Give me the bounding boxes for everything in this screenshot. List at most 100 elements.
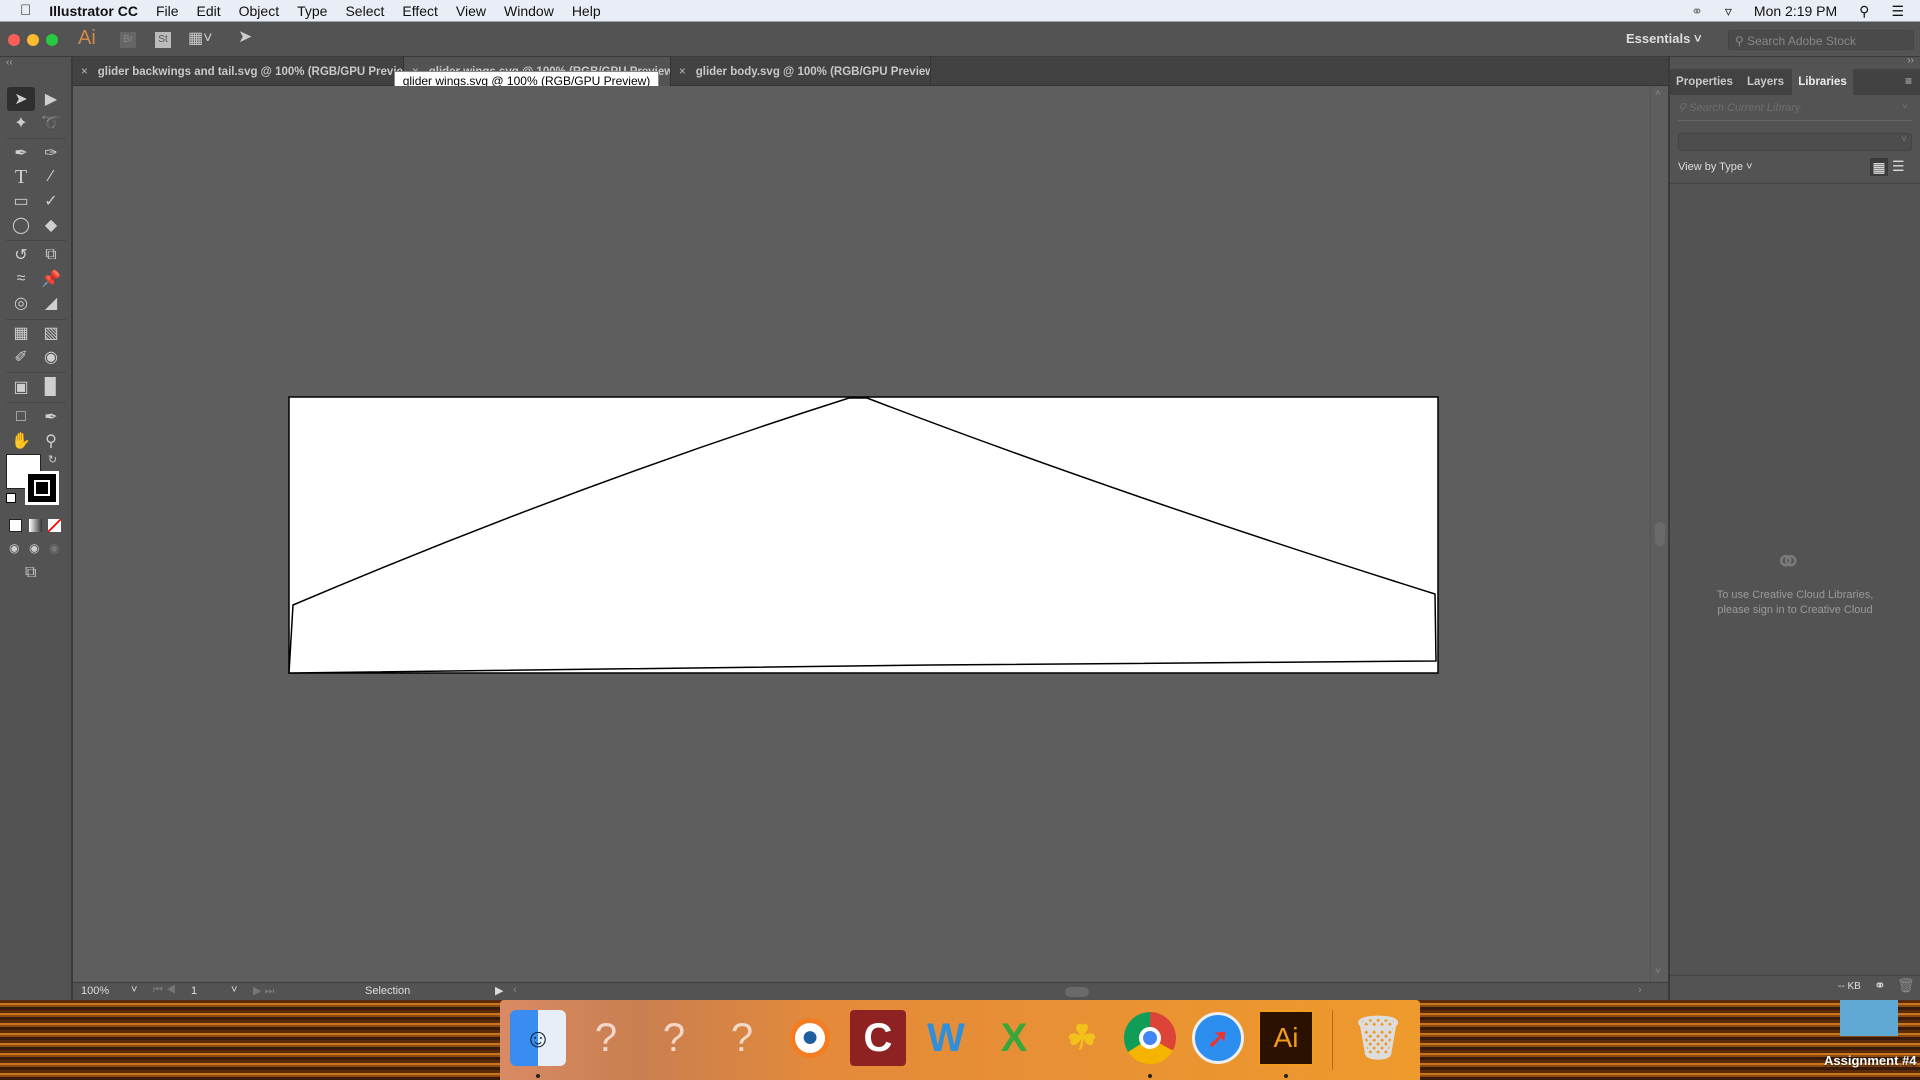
scroll-thumb[interactable] (1655, 522, 1665, 546)
library-search-input[interactable]: ⚲ Search Current Library ˅ (1678, 101, 1912, 121)
bridge-button[interactable]: Br (120, 32, 136, 48)
none-mode-button[interactable] (48, 519, 61, 532)
collapse-panel-icon[interactable]: ›› (1907, 55, 1914, 66)
panel-menu-icon[interactable]: ≡ (1905, 74, 1912, 88)
menu-file[interactable]: File (147, 3, 188, 19)
menu-edit[interactable]: Edit (188, 3, 230, 19)
artboard-number[interactable]: 1 (191, 985, 197, 997)
scroll-up-icon[interactable]: ˄ (1655, 88, 1661, 99)
view-by-type-dropdown[interactable]: View by Type ˅ (1678, 161, 1753, 173)
clock[interactable]: Mon 2:19 PM (1754, 3, 1837, 19)
canvas[interactable] (73, 86, 1650, 982)
eraser-tool[interactable]: ◆ (37, 213, 65, 237)
paintbrush-tool[interactable]: ✓ (37, 189, 65, 213)
width-tool[interactable]: ≈ (7, 267, 35, 291)
rotate-tool[interactable]: ↺ (7, 243, 35, 267)
dock-excel[interactable]: X (986, 1010, 1042, 1066)
screen-mode-icon[interactable]: ⧉ (25, 564, 36, 582)
dock-unknown-app-3[interactable]: ? (714, 1010, 770, 1066)
selection-tool[interactable]: ➤ (7, 87, 35, 111)
lasso-tool[interactable]: ➰ (37, 111, 65, 135)
dock-cinema-app[interactable]: C (850, 1010, 906, 1066)
draw-behind-icon[interactable]: ◉ (29, 541, 39, 555)
zoom-dropdown-icon[interactable]: ˅ (131, 984, 137, 996)
scroll-down-icon[interactable]: ˅ (1655, 966, 1661, 977)
zoom-window-button[interactable] (46, 34, 58, 46)
menu-help[interactable]: Help (563, 3, 610, 19)
desktop-folder[interactable] (1840, 1000, 1898, 1036)
stroke-swatch[interactable] (25, 471, 59, 505)
draw-normal-icon[interactable]: ◉ (9, 541, 19, 555)
direct-selection-tool[interactable]: ▶ (37, 87, 65, 111)
apple-icon[interactable]:  (0, 2, 40, 19)
type-tool[interactable]: T (7, 165, 35, 189)
scale-tool[interactable]: ⧉ (37, 243, 65, 267)
first-artboard-icon[interactable]: ⏮ ◀ (153, 984, 176, 997)
menu-window[interactable]: Window (495, 3, 563, 19)
default-colors-icon[interactable] (6, 493, 16, 503)
magic-wand-tool[interactable]: ✦ (7, 111, 35, 135)
pen-tool[interactable]: ✒ (7, 141, 35, 165)
dock-finder[interactable]: ☺ (510, 1010, 566, 1066)
dock-trash[interactable]: 🗑 (1350, 1010, 1406, 1066)
perspective-grid-tool[interactable]: ◢ (37, 291, 65, 315)
menu-select[interactable]: Select (336, 3, 393, 19)
shaper-tool[interactable]: ◯ (7, 213, 35, 237)
scroll-left-icon[interactable]: ‹ (513, 984, 517, 996)
swap-fill-stroke-icon[interactable]: ↻ (48, 453, 57, 466)
rectangle-tool[interactable]: ▭ (7, 189, 35, 213)
zoom-level[interactable]: 100% (81, 985, 109, 997)
library-dropdown[interactable]: ˅ (1678, 133, 1912, 151)
tab-libraries[interactable]: Libraries (1792, 69, 1854, 95)
menu-effect[interactable]: Effect (393, 3, 447, 19)
slice-tool[interactable]: ✒ (37, 405, 65, 429)
menu-app-name[interactable]: Illustrator CC (40, 3, 147, 19)
puppet-warp-tool[interactable]: 📌 (37, 267, 65, 291)
sync-icon[interactable]: ⚭ (1874, 977, 1886, 994)
tab-glider-backwings[interactable]: × glider backwings and tail.svg @ 100% (R… (73, 57, 404, 86)
creative-cloud-icon[interactable]: ⚭ (1691, 3, 1703, 20)
dock-unknown-app-2[interactable]: ? (646, 1010, 702, 1066)
workspace-switcher[interactable]: Essentials ˅ (1626, 31, 1702, 46)
desktop-folder-label[interactable]: Assignment #4 (1824, 1053, 1916, 1068)
trash-icon[interactable]: 🗑 (1897, 977, 1915, 994)
spotlight-icon[interactable]: ⚲ (1859, 3, 1869, 20)
dock-chrome[interactable] (1122, 1010, 1178, 1066)
tab-layers[interactable]: Layers (1740, 69, 1792, 95)
shape-builder-tool[interactable]: ◎ (7, 291, 35, 315)
menu-type[interactable]: Type (288, 3, 336, 19)
close-tab-icon[interactable]: × (679, 66, 686, 78)
next-artboard-icon[interactable]: ▶ ⏭ (253, 984, 274, 998)
dock-word[interactable]: W (918, 1010, 974, 1066)
dock-safari[interactable]: ➚ (1190, 1010, 1246, 1066)
scroll-right-icon[interactable]: › (1638, 984, 1642, 996)
dock-blender[interactable]: ● (782, 1010, 838, 1066)
stock-button[interactable]: St (155, 32, 171, 48)
status-menu-icon[interactable]: ▶ (495, 984, 503, 997)
tab-glider-body[interactable]: × glider body.svg @ 100% (RGB/GPU Preview… (671, 57, 931, 86)
dock-unknown-app-1[interactable]: ? (578, 1010, 634, 1066)
menu-view[interactable]: View (447, 3, 495, 19)
list-view-icon[interactable]: ☰ (1892, 158, 1905, 175)
close-tab-icon[interactable]: × (81, 66, 88, 78)
horizontal-scroll-thumb[interactable] (1065, 987, 1089, 997)
artboard-dropdown-icon[interactable]: ˅ (231, 984, 237, 996)
artboard-tool[interactable]: □ (7, 405, 35, 429)
gradient-mode-button[interactable] (29, 519, 42, 532)
line-segment-tool[interactable]: ∕ (37, 165, 65, 189)
blend-tool[interactable]: ◉ (37, 345, 65, 369)
column-graph-tool[interactable]: ▉ (37, 375, 65, 399)
gradient-tool[interactable]: ▧ (37, 321, 65, 345)
eyedropper-tool[interactable]: ✐ (7, 345, 35, 369)
hand-tool[interactable]: ✋ (7, 429, 35, 453)
symbol-sprayer-tool[interactable]: ▣ (7, 375, 35, 399)
vertical-scrollbar[interactable]: ˄ ˅ (1650, 86, 1668, 982)
adobe-stock-search[interactable]: ⚲ Search Adobe Stock (1728, 30, 1914, 50)
menu-object[interactable]: Object (230, 3, 288, 19)
wifi-icon[interactable]: ▿ (1725, 3, 1732, 20)
collapse-panel-icon[interactable]: ‹‹ (6, 57, 13, 68)
close-window-button[interactable] (8, 34, 20, 46)
gpu-performance-icon[interactable]: ➤ (238, 27, 252, 47)
color-mode-button[interactable] (9, 519, 22, 532)
grid-view-icon[interactable]: ▦ (1870, 158, 1888, 176)
